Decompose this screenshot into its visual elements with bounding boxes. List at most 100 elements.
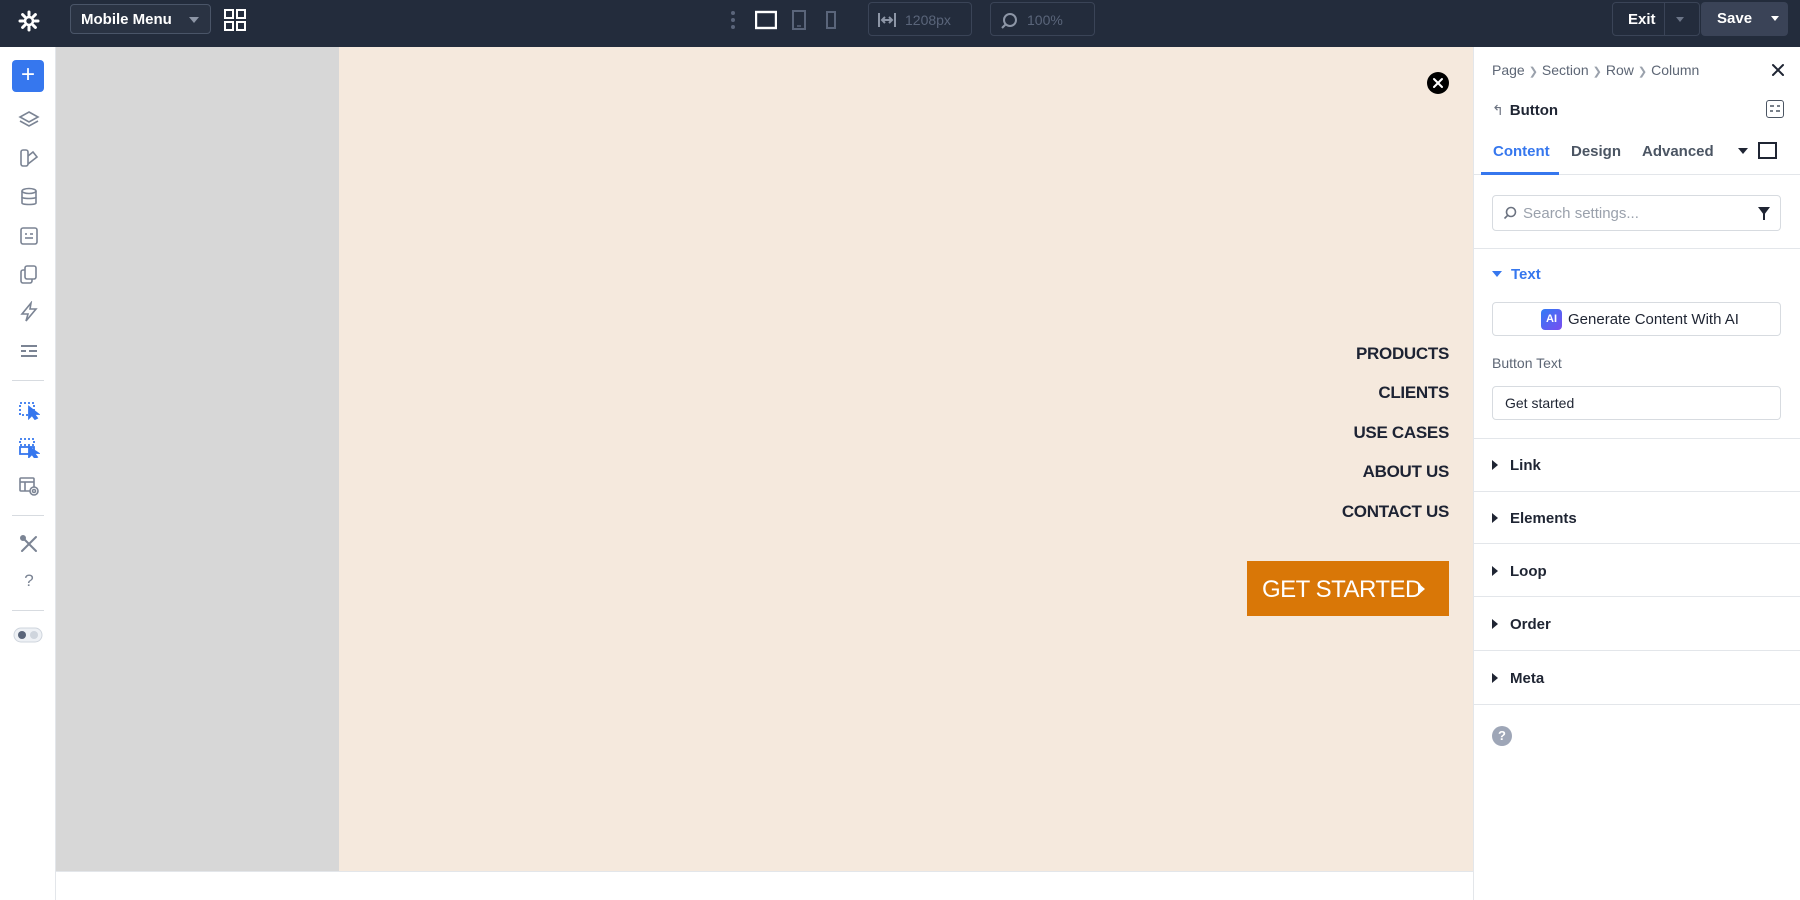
breadcrumb-section[interactable]: Section <box>1542 62 1589 78</box>
layout-select-value: Mobile Menu <box>81 11 172 28</box>
save-button[interactable]: Save <box>1701 2 1788 36</box>
section-link-toggle[interactable]: Link <box>1492 457 1541 474</box>
menu-item-products[interactable]: PRODUCTS <box>1356 344 1449 364</box>
tab-content[interactable]: Content <box>1493 143 1550 160</box>
tablet-view-icon[interactable] <box>791 9 807 36</box>
sidebar-divider <box>12 610 44 611</box>
section-order-label: Order <box>1510 616 1551 633</box>
more-options-icon[interactable] <box>728 9 738 31</box>
section-link-label: Link <box>1510 457 1541 474</box>
close-menu-icon[interactable] <box>1427 72 1449 94</box>
breadcrumb-page[interactable]: Page <box>1492 62 1525 78</box>
tab-advanced[interactable]: Advanced <box>1642 143 1714 160</box>
section-loop-toggle[interactable]: Loop <box>1492 563 1547 580</box>
save-label: Save <box>1717 10 1753 27</box>
get-started-label: GET STARTED <box>1262 576 1422 603</box>
caret-down-icon <box>1492 271 1502 277</box>
top-toolbar: Mobile Menu 1208px 100% Exit Save <box>0 0 1800 47</box>
pages-icon[interactable] <box>18 263 40 285</box>
database-icon[interactable] <box>18 186 40 208</box>
gear-icon[interactable] <box>17 9 41 33</box>
ai-icon: AI <box>1541 309 1562 330</box>
zoom-icon <box>1001 13 1017 29</box>
help-icon[interactable]: ? <box>18 571 40 593</box>
section-divider <box>1474 491 1800 492</box>
section-divider <box>1474 704 1800 705</box>
exit-divider <box>1664 3 1665 35</box>
chevron-right-icon: ❯ <box>1592 66 1602 78</box>
design-library-icon[interactable] <box>18 147 40 169</box>
presets-icon[interactable] <box>1758 142 1777 159</box>
section-text-toggle[interactable]: Text <box>1492 266 1541 283</box>
tabs-dropdown-icon[interactable] <box>1738 148 1748 154</box>
breadcrumb-column[interactable]: Column <box>1651 62 1699 78</box>
tab-design[interactable]: Design <box>1571 143 1621 160</box>
form-icon[interactable] <box>18 225 40 247</box>
select-tool-icon[interactable] <box>18 398 41 421</box>
caret-right-icon <box>1492 460 1498 470</box>
breadcrumb-row[interactable]: Row <box>1606 62 1634 78</box>
section-divider <box>1474 596 1800 597</box>
menu-item-use-cases[interactable]: USE CASES <box>1353 423 1449 443</box>
multi-select-icon[interactable] <box>18 436 41 460</box>
section-loop-label: Loop <box>1510 563 1547 580</box>
settings-sliders-icon[interactable] <box>18 340 40 362</box>
menu-item-contact-us[interactable]: CONTACT US <box>1342 502 1449 522</box>
button-text-field[interactable] <box>1492 386 1781 420</box>
caret-right-icon <box>1418 583 1425 595</box>
theme-toggle-icon[interactable] <box>13 627 43 649</box>
menu-item-about-us[interactable]: ABOUT US <box>1363 462 1450 482</box>
back-arrow-icon[interactable]: ↰ <box>1492 102 1504 118</box>
save-dropdown-icon[interactable] <box>1771 16 1779 21</box>
get-started-button[interactable]: GET STARTED <box>1247 561 1449 616</box>
caret-right-icon <box>1492 673 1498 683</box>
template-preview-icon[interactable] <box>18 475 40 497</box>
menu-item-clients[interactable]: CLIENTS <box>1378 383 1449 403</box>
generate-ai-label: Generate Content With AI <box>1568 311 1739 328</box>
caret-right-icon <box>1492 619 1498 629</box>
chevron-down-icon <box>189 17 199 23</box>
exit-button[interactable]: Exit <box>1612 2 1700 36</box>
active-tab-indicator <box>1481 172 1559 175</box>
search-icon <box>1503 206 1517 220</box>
page-canvas[interactable] <box>339 47 1473 871</box>
filter-icon[interactable] <box>1758 207 1770 220</box>
canvas-width-field[interactable]: 1208px <box>868 2 972 36</box>
section-elements-toggle[interactable]: Elements <box>1492 510 1577 527</box>
layout-select[interactable]: Mobile Menu <box>70 4 211 34</box>
section-elements-label: Elements <box>1510 510 1577 527</box>
add-element-button[interactable]: + <box>12 60 44 92</box>
section-order-toggle[interactable]: Order <box>1492 616 1551 633</box>
breadcrumb: Page ❯ Section ❯ Row ❯ Column <box>1492 62 1699 78</box>
tools-icon[interactable] <box>18 533 40 555</box>
button-text-label: Button Text <box>1492 355 1562 371</box>
settings-panel: Page ❯ Section ❯ Row ❯ Column ↰ Button Content … <box>1473 47 1800 900</box>
chevron-right-icon: ❯ <box>1637 66 1648 78</box>
module-title-text: Button <box>1509 102 1559 119</box>
section-divider <box>1474 543 1800 544</box>
panel-tabs: Content Design Advanced <box>1474 129 1800 175</box>
sidebar-divider <box>12 380 44 381</box>
zoom-field[interactable]: 100% <box>990 2 1095 36</box>
exit-dropdown-icon[interactable] <box>1676 17 1684 22</box>
section-divider <box>1474 438 1800 439</box>
lightning-icon[interactable] <box>18 300 40 323</box>
generate-ai-button[interactable]: AI Generate Content With AI <box>1492 302 1781 336</box>
canvas-footer <box>56 871 1473 900</box>
section-text-label: Text <box>1511 266 1541 283</box>
section-meta-toggle[interactable]: Meta <box>1492 670 1544 687</box>
close-icon[interactable] <box>1770 62 1786 78</box>
section-divider <box>1474 248 1800 249</box>
search-settings-input[interactable]: Search settings... <box>1492 195 1781 231</box>
layers-icon[interactable] <box>18 109 40 131</box>
canvas-width-value: 1208px <box>905 12 951 28</box>
panel-layout-icon[interactable] <box>1766 100 1784 118</box>
desktop-view-icon[interactable] <box>754 9 778 36</box>
canvas-gutter <box>56 47 339 871</box>
exit-label: Exit <box>1628 11 1656 28</box>
help-icon[interactable]: ? <box>1492 726 1512 746</box>
section-meta-label: Meta <box>1510 670 1545 687</box>
phone-view-icon[interactable] <box>825 9 837 36</box>
grid-icon[interactable] <box>224 9 246 31</box>
caret-right-icon <box>1492 566 1498 576</box>
